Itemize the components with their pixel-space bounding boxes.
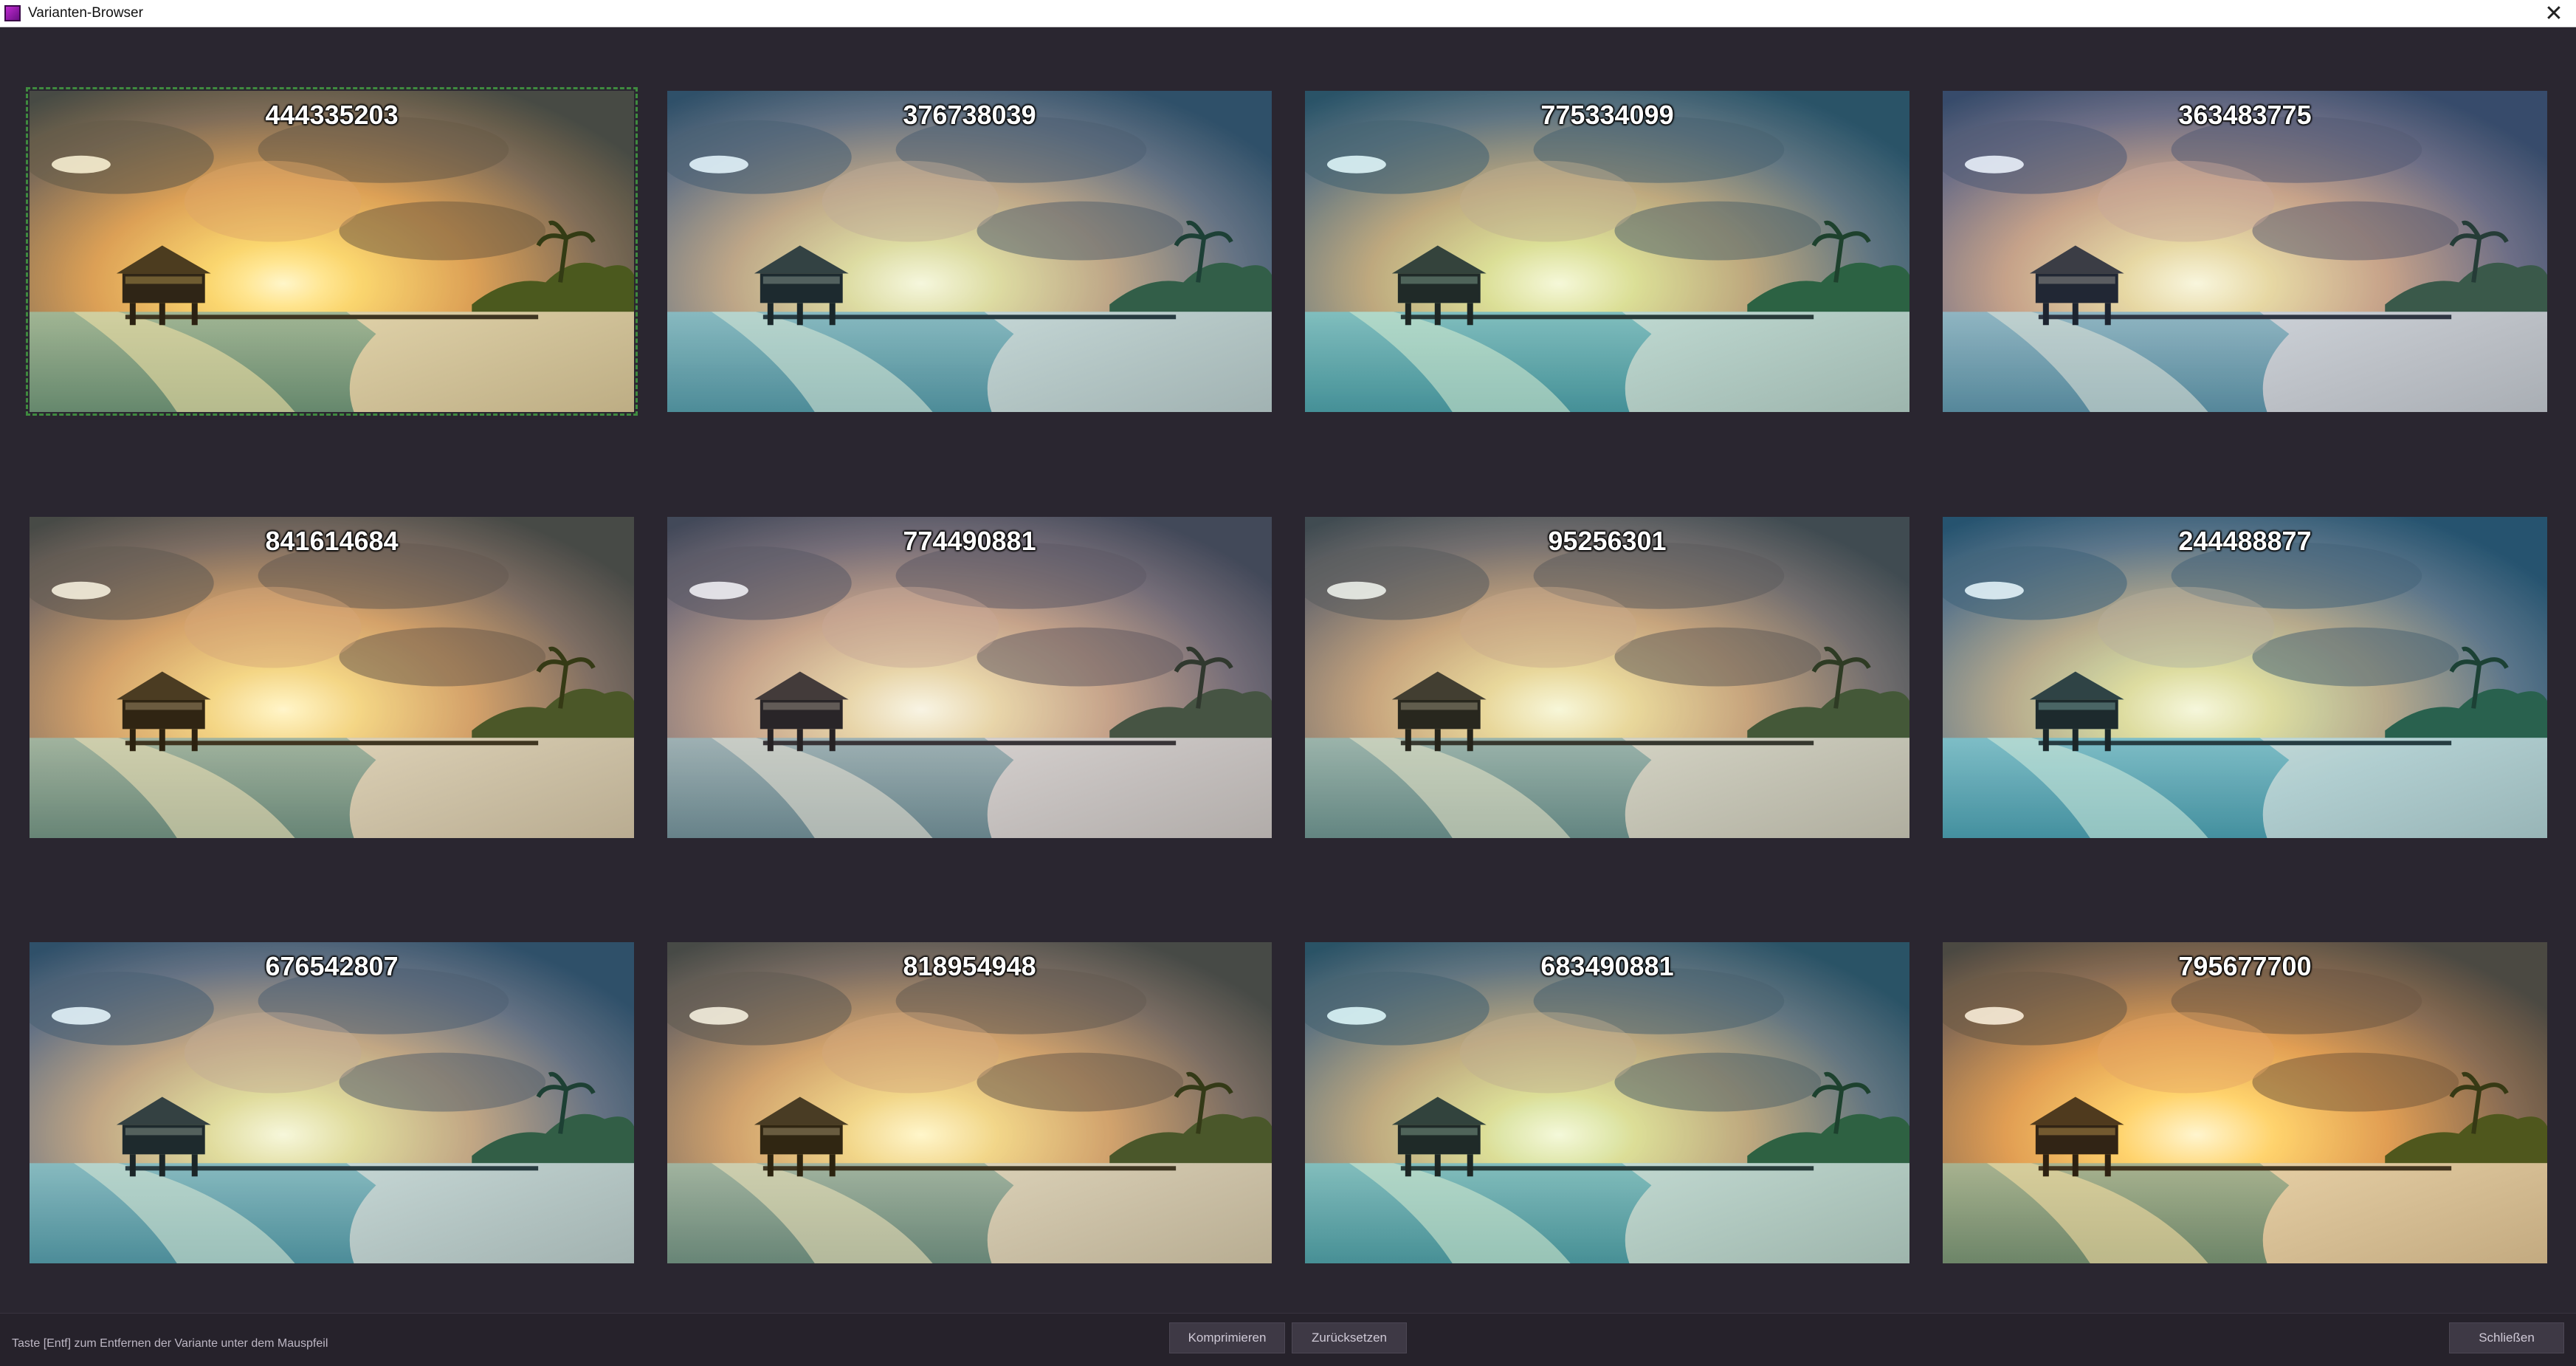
sunset-beach-image <box>30 91 634 412</box>
variant-thumbnail[interactable]: 683490881 <box>1305 942 1909 1263</box>
variant-thumbnail[interactable]: 818954948 <box>667 942 1272 1263</box>
variant-id-label: 95256301 <box>1548 526 1667 556</box>
variant-thumbnail[interactable]: 775334099 <box>1305 91 1909 412</box>
sunset-beach-image <box>1305 517 1909 838</box>
variant-thumbnail[interactable]: 676542807 <box>30 942 634 1263</box>
variant-id-label: 818954948 <box>903 951 1036 981</box>
sunset-beach-image <box>1943 91 2547 412</box>
sunset-beach-image <box>1943 942 2547 1263</box>
variant-thumbnail[interactable]: 795677700 <box>1943 942 2547 1263</box>
variant-thumbnail[interactable]: 774490881 <box>667 517 1272 838</box>
sunset-beach-image <box>1305 91 1909 412</box>
variant-thumbnail[interactable]: 244488877 <box>1943 517 2547 838</box>
variant-thumbnail[interactable]: 841614684 <box>30 517 634 838</box>
window-title: Varianten-Browser <box>28 5 143 21</box>
sunset-beach-image <box>30 942 634 1263</box>
compress-button[interactable]: Komprimieren <box>1169 1322 1285 1353</box>
variant-id-label: 775334099 <box>1540 100 1674 130</box>
footer-bar: Taste [Entf] zum Entfernen der Variante … <box>0 1313 2576 1366</box>
variant-thumbnail[interactable]: 95256301 <box>1305 517 1909 838</box>
sunset-beach-image <box>1305 942 1909 1263</box>
variant-id-label: 676542807 <box>265 951 399 981</box>
variant-id-label: 774490881 <box>903 526 1036 556</box>
variant-id-label: 244488877 <box>2178 526 2312 556</box>
variant-id-label: 376738039 <box>903 100 1036 130</box>
variant-thumbnail[interactable]: 363483775 <box>1943 91 2547 412</box>
close-icon: ✕ <box>2544 1 2563 26</box>
sunset-beach-image <box>667 91 1272 412</box>
reset-button[interactable]: Zurücksetzen <box>1292 1322 1407 1353</box>
sunset-beach-image <box>667 517 1272 838</box>
sunset-beach-image <box>1943 517 2547 838</box>
status-hint: Taste [Entf] zum Entfernen der Variante … <box>12 1337 328 1350</box>
variant-thumbnail[interactable]: 376738039 <box>667 91 1272 412</box>
title-bar: Varianten-Browser ✕ <box>0 0 2576 27</box>
app-icon <box>4 5 21 21</box>
close-button[interactable]: Schließen <box>2449 1322 2564 1353</box>
variant-id-label: 444335203 <box>265 100 399 130</box>
sunset-beach-image <box>667 942 1272 1263</box>
variant-grid: 444335203 376738039 775334099 363483775 … <box>0 27 2576 1312</box>
variant-id-label: 683490881 <box>1540 951 1674 981</box>
variant-id-label: 363483775 <box>2178 100 2312 130</box>
variant-id-label: 795677700 <box>2178 951 2312 981</box>
variant-id-label: 841614684 <box>265 526 399 556</box>
close-window-button[interactable]: ✕ <box>2532 0 2576 27</box>
sunset-beach-image <box>30 517 634 838</box>
variant-thumbnail[interactable]: 444335203 <box>26 87 638 416</box>
